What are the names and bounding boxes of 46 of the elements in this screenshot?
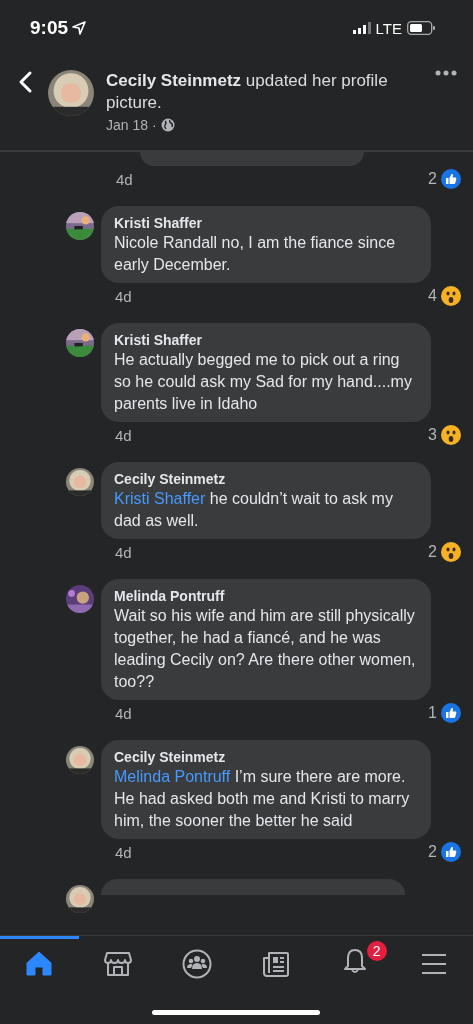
comment-text: He actually begged me to pick out a ring so he could ask my Sad for my hand....my parents live in Idaho: [114, 350, 413, 414]
notification-badge: 2: [366, 941, 387, 961]
comment-author: Kristi Shaffer: [114, 331, 203, 349]
clock-time: 9:05: [30, 17, 69, 39]
signal-icon: [352, 22, 371, 34]
comment-time: 4d: [115, 843, 132, 861]
thumbs-up-icon: [441, 169, 461, 189]
mention-link[interactable]: Melinda Pontruff: [114, 768, 231, 785]
comment-author: Cecily Steinmetz: [114, 470, 227, 488]
reaction-count: 3: [428, 426, 437, 444]
comment-time: 4d: [115, 426, 132, 444]
more-icon[interactable]: [435, 70, 457, 76]
news-icon[interactable]: [260, 949, 291, 979]
surprised-face-icon: [441, 425, 461, 445]
bell-icon[interactable]: [343, 949, 366, 975]
comment-author: Melinda Pontruff: [114, 587, 226, 605]
nav-tab[interactable]: 2: [315, 936, 395, 980]
home-icon[interactable]: [24, 949, 55, 979]
thumbs-up-icon: [441, 842, 461, 862]
thumbs-up-icon: [441, 703, 461, 723]
comment-time: 4d: [116, 170, 133, 188]
network-label: LTE: [375, 19, 402, 37]
comment-time: 4d: [115, 287, 132, 305]
reaction-count: 4: [428, 287, 437, 305]
comment-text: Wait so his wife and him are still physically together, he had a fiancé, and he was leading Cecily on? Are there other women, too??: [114, 606, 417, 692]
comment-text: Kristi Shaffer he couldn’t wait to ask my dad as well.: [114, 489, 394, 531]
surprised-face-icon: [441, 542, 461, 562]
post-title: Cecily Steinmetz updated her profile picture.: [106, 70, 389, 114]
battery-icon: [407, 21, 435, 35]
reaction-count: 2: [428, 170, 437, 188]
surprised-face-icon: [441, 286, 461, 306]
location-arrow-icon: [72, 21, 87, 35]
shop-icon[interactable]: [103, 949, 134, 979]
mention-link[interactable]: Kristi Shaffer: [114, 490, 206, 507]
comment-text: Nicole Randall no, I am the fiance since early December.: [114, 233, 397, 275]
post-date: Jan 18 ·: [106, 117, 157, 133]
globe-icon: [160, 118, 175, 132]
groups-icon[interactable]: [182, 949, 213, 979]
reaction-count: 1: [428, 704, 437, 722]
reaction-count: 2: [428, 543, 437, 561]
reaction-count: 2: [428, 843, 437, 861]
comment-time: 4d: [115, 704, 132, 722]
comment-time: 4d: [115, 543, 132, 561]
comment-author: Cecily Steinmetz: [114, 748, 227, 766]
comment-text: Melinda Pontruff I’m sure there are more. He had asked both me and Kristi to marry him, the sooner the better he said: [114, 767, 411, 831]
comment-author: Kristi Shaffer: [114, 214, 203, 232]
